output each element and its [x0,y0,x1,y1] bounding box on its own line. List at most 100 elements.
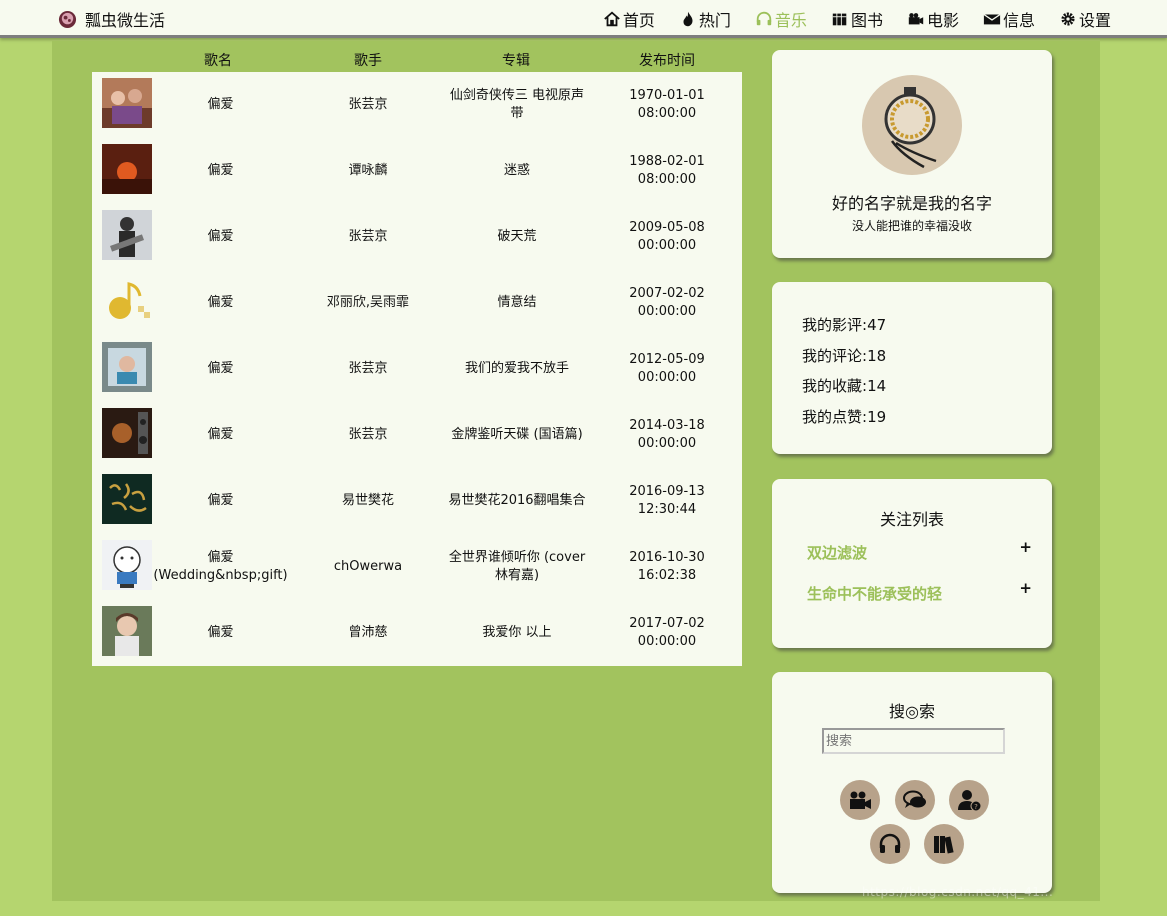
brand[interactable]: 瓢虫微生活 [58,8,165,30]
ladybug-logo-icon [58,10,77,28]
table-row[interactable]: 偏爱 谭咏麟 迷惑 1988-02-01 08:00:00 [92,138,742,204]
watermark: https://blog.csdn.net/qq_41... [862,885,1054,899]
movies-button[interactable] [840,780,880,820]
song-table: 偏爱 张芸京 仙剑奇侠传三 电视原声带 1970-01-01 08:00:00 … [92,72,742,666]
song-name-cell: 偏爱 [207,163,234,178]
song-name-cell: 偏爱 [207,625,234,640]
nav-movies[interactable]: 电影 [907,7,959,31]
artist-cell: 张芸京 [348,361,388,376]
profile-motto: 没人能把谁的幸福没收 [851,219,972,233]
song-name-cell: 偏爱 [207,493,234,508]
table-row[interactable]: 偏爱 易世樊花 易世樊花2016翻唱集合 2016-09-13 12:30:44 [92,468,742,534]
song-name-cell: 偏爱 [207,361,234,376]
nav-home-label: 首页 [622,11,655,30]
profile-name: 好的名字就是我的名字 [831,194,992,213]
album-cover-image [102,342,152,392]
search-title: 搜◎索 [889,702,935,721]
video-camera-icon [908,13,924,25]
song-name-cell: 偏爱 [207,97,234,112]
song-name-cell: 偏爱 (Wedding&nbsp;gift) [153,550,288,583]
album-cell: 迷惑 [503,163,530,178]
album-cover-image [102,540,152,590]
stat-label: 我的影评: [802,316,868,334]
gear-icon [1061,12,1075,26]
song-name-cell: 偏爱 [207,229,234,244]
table-row[interactable]: 偏爱 张芸京 破天荒 2009-05-08 00:00:00 [92,204,742,270]
nav-settings[interactable]: 设置 [1059,7,1111,31]
song-name-cell: 偏爱 [207,295,234,310]
header-album: 专辑 [502,53,530,69]
follow-add-button[interactable]: + [1019,538,1032,556]
album-cover-image [102,408,152,458]
fire-icon [683,11,693,27]
artist-cell: 张芸京 [348,229,388,244]
date-cell: 2014-03-18 00:00:00 [629,418,705,451]
song-name-cell: 偏爱 [207,427,234,442]
table-row[interactable]: 偏爱 张芸京 我们的爱我不放手 2012-05-09 00:00:00 [92,336,742,402]
stat-value: 14 [867,377,887,395]
table-row[interactable]: 偏爱 张芸京 仙剑奇侠传三 电视原声带 1970-01-01 08:00:00 [92,72,742,138]
album-cover-image [102,474,152,524]
comments-button[interactable] [895,780,935,820]
nav-messages[interactable]: 信息 [983,7,1035,31]
nav-books[interactable]: 图书 [831,7,883,31]
album-cell: 我爱你 以上 [482,625,552,640]
album-cover-image [102,210,152,260]
table-row[interactable]: 偏爱 (Wedding&nbsp;gift) chOwerwa 全世界谁倾听你 … [92,534,742,600]
books-icon [934,836,954,854]
books-button[interactable] [924,824,964,864]
date-cell: 1970-01-01 08:00:00 [629,88,705,121]
date-cell: 2007-02-02 00:00:00 [629,286,705,319]
follow-add-button[interactable]: + [1019,579,1032,597]
date-cell: 1988-02-01 08:00:00 [629,154,705,187]
stat-favorites[interactable]: 我的收藏:14 [802,375,886,396]
search-input[interactable] [822,728,1005,754]
video-camera-icon [850,791,871,809]
follow-item[interactable]: 双边滤波 + [807,538,1032,564]
envelope-icon [983,13,1001,25]
avatar[interactable] [862,75,962,175]
stat-label: 我的点赞: [802,408,868,426]
home-icon [604,11,620,27]
nav-messages-label: 信息 [1002,11,1035,30]
stat-comments[interactable]: 我的评论:18 [802,345,886,366]
artist-cell: 张芸京 [348,97,388,112]
user-help-button[interactable]: ? [949,780,989,820]
nav-home[interactable]: 首页 [603,7,655,31]
stat-likes[interactable]: 我的点赞:19 [802,406,886,427]
music-button[interactable] [870,824,910,864]
table-row[interactable]: 偏爱 曾沛慈 我爱你 以上 2017-07-02 00:00:00 [92,600,742,666]
header-artist: 歌手 [354,53,382,69]
brand-name: 瓢虫微生活 [85,11,166,30]
table-row[interactable]: 偏爱 张芸京 金牌鉴听天碟 (国语篇) 2014-03-18 00:00:00 [92,402,742,468]
stat-reviews[interactable]: 我的影评:47 [802,314,886,335]
top-navigation-bar: 瓢虫微生活 首页 热门 音乐 图书 电影 信息 设置 [0,0,1167,38]
follow-list-title: 关注列表 [879,510,944,529]
album-cover-image [102,606,152,656]
artist-cell: 易世樊花 [341,493,394,508]
user-question-icon: ? [958,790,982,812]
headphones-icon [879,833,901,853]
album-cell: 仙剑奇侠传三 电视原声带 [449,88,585,121]
stat-label: 我的评论: [802,347,868,365]
books-icon [832,13,847,26]
album-cover-image [102,276,152,326]
nav-music[interactable]: 音乐 [755,7,807,31]
artist-cell: 曾沛慈 [348,625,388,640]
follow-item[interactable]: 生命中不能承受的轻 + [807,579,1032,605]
header-date: 发布时间 [639,53,695,69]
album-cell: 破天荒 [497,229,537,244]
album-cell: 我们的爱我不放手 [464,361,569,376]
nav-hot[interactable]: 热门 [679,7,731,31]
profile-card: 好的名字就是我的名字 没人能把谁的幸福没收 [772,50,1052,258]
date-cell: 2017-07-02 00:00:00 [629,616,705,649]
follow-list-card: 关注列表 双边滤波 + 生命中不能承受的轻 + [772,479,1052,648]
date-cell: 2009-05-08 00:00:00 [629,220,705,253]
stats-card: 我的影评:47 我的评论:18 我的收藏:14 我的点赞:19 [772,282,1052,454]
stat-value: 47 [867,316,887,334]
album-cell: 金牌鉴听天碟 (国语篇) [451,427,583,442]
album-cell: 情意结 [497,295,537,310]
artist-cell: 谭咏麟 [348,163,388,178]
nav-movies-label: 电影 [926,11,959,30]
table-row[interactable]: 偏爱 邓丽欣,吴雨霏 情意结 2007-02-02 00:00:00 [92,270,742,336]
